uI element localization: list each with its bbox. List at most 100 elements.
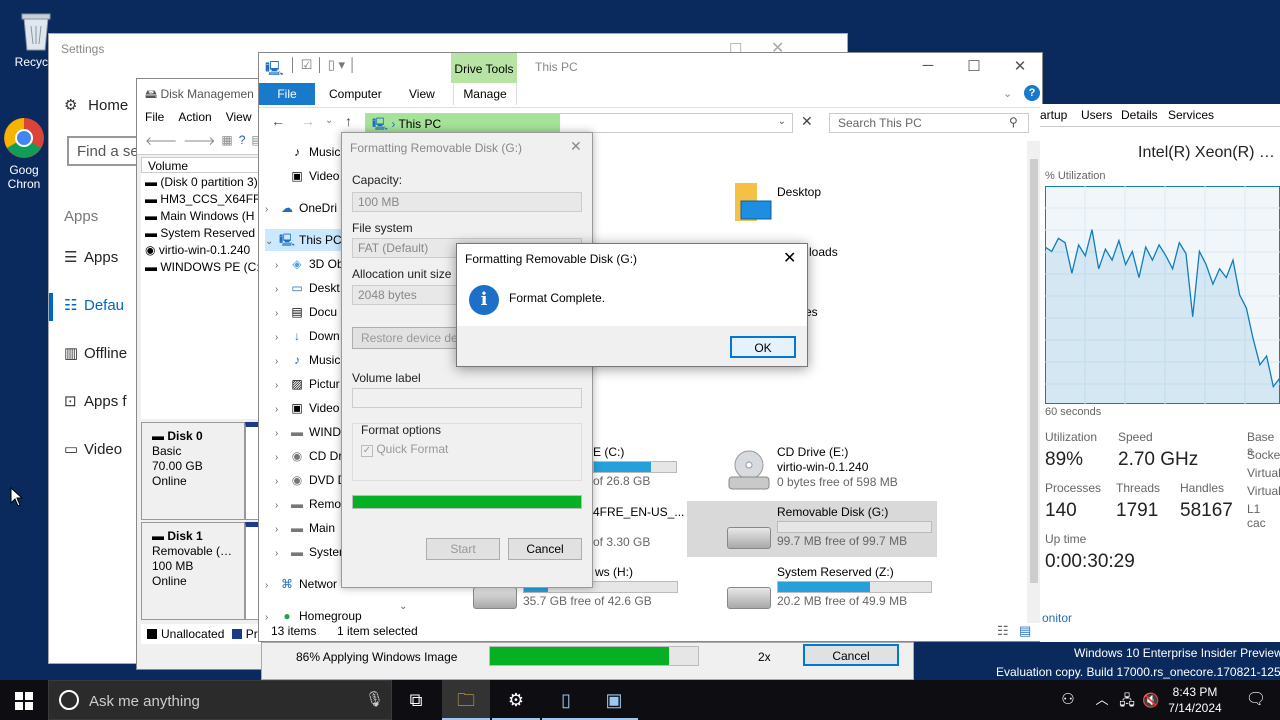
tab-file[interactable]: File bbox=[259, 83, 315, 105]
menu-file[interactable]: File bbox=[145, 110, 164, 124]
volume-muted-icon[interactable]: 🔇 bbox=[1140, 680, 1162, 720]
cortana-search-box[interactable]: Ask me anything 🎙 bbox=[48, 680, 392, 720]
tab-view[interactable]: View bbox=[397, 83, 447, 105]
volume-row[interactable]: ▬ HM3_CCS_X64FRE bbox=[145, 191, 262, 208]
help-icon[interactable]: ? bbox=[1024, 85, 1040, 101]
minimize-icon[interactable]: ─ bbox=[913, 57, 943, 74]
ribbon-expand-icon[interactable]: ⌄ bbox=[1003, 87, 1012, 100]
recent-chevron-icon[interactable]: ⌄ bbox=[325, 115, 333, 126]
settings-taskbar-icon[interactable]: ⚙ bbox=[492, 680, 540, 720]
back-arrow-icon[interactable]: ← bbox=[271, 113, 285, 129]
tree-item-network[interactable]: › ⌘ Networ bbox=[265, 573, 337, 595]
microphone-icon[interactable]: 🎙 bbox=[365, 690, 384, 708]
tiles-view-icon[interactable]: ▤ bbox=[1019, 623, 1031, 639]
settings-item-offline-maps[interactable]: ▥ Offline bbox=[64, 344, 127, 362]
list-view-icon[interactable]: ▦ bbox=[221, 133, 232, 150]
people-icon[interactable]: ⚇ bbox=[1056, 680, 1080, 720]
tab-startup[interactable]: artup bbox=[1040, 108, 1067, 122]
tree-item-music[interactable]: › ♪ Music bbox=[275, 349, 340, 371]
tree-item-3d-objects[interactable]: › ◈ 3D Ob bbox=[275, 253, 344, 275]
format-cancel-button[interactable]: Cancel bbox=[508, 538, 582, 560]
tree-item-cd-drive[interactable]: › ◉ CD Dr bbox=[275, 445, 342, 467]
forward-arrow-icon[interactable]: → bbox=[301, 113, 315, 129]
address-breadcrumb[interactable]: 🖳 › This PC bbox=[366, 114, 560, 132]
drive-g[interactable]: Removable Disk (G:) 99.7 MB free of 99.7… bbox=[777, 505, 932, 549]
start-button[interactable] bbox=[0, 680, 48, 720]
refresh-icon[interactable]: ✕ bbox=[801, 113, 813, 130]
tree-item-music-quick[interactable]: ♪ Music bbox=[275, 141, 340, 163]
tree-item-downloads[interactable]: › ↓ Down bbox=[275, 325, 340, 347]
drive-hm3[interactable]: 4FRE_EN-US_... of 3.30 GB bbox=[593, 505, 684, 550]
search-input[interactable]: Search This PC bbox=[829, 113, 1029, 133]
quick-format-checkbox[interactable]: ✓ Quick Format bbox=[361, 442, 448, 457]
tree-item-onedrive[interactable]: › ☁ OneDri bbox=[265, 197, 337, 219]
disk0-info[interactable]: ▬ Disk 0 Basic 70.00 GB Online bbox=[141, 422, 245, 520]
clock[interactable]: 8:43 PM 7/14/2024 bbox=[1166, 684, 1224, 716]
back-arrow-icon[interactable]: 🡐 bbox=[145, 133, 177, 150]
volume-row[interactable]: ◉ virtio-win-0.1.240 bbox=[145, 242, 262, 259]
disk1-info[interactable]: ▬ Disk 1 Removable (G:) 100 MB Online bbox=[141, 522, 245, 620]
show-hidden-icons-chevron[interactable]: ︿ bbox=[1092, 680, 1112, 720]
maximize-icon[interactable]: ☐ bbox=[959, 57, 989, 75]
tree-item-dvd-drive[interactable]: › ◉ DVD D bbox=[275, 469, 346, 491]
tab-manage[interactable]: Manage bbox=[453, 83, 517, 105]
desktop-folder-icon[interactable] bbox=[733, 181, 772, 221]
message-close-icon[interactable]: ✕ bbox=[783, 248, 796, 268]
disk-taskbar-icon[interactable]: ▯ bbox=[542, 680, 590, 720]
network-icon[interactable]: 🖧 bbox=[1116, 680, 1138, 720]
start-button[interactable]: Start bbox=[426, 538, 500, 560]
volume-label-input[interactable] bbox=[352, 388, 582, 408]
format-close-icon[interactable]: ✕ bbox=[570, 138, 582, 155]
details-view-icon[interactable]: ☷ bbox=[997, 623, 1009, 639]
tree-item-documents[interactable]: › ▤ Docu bbox=[275, 301, 337, 323]
volume-row[interactable]: ▬ System Reserved ( bbox=[145, 225, 262, 242]
file-explorer-taskbar-icon[interactable]: 🗀 bbox=[442, 680, 490, 720]
tree-item-main-windows[interactable]: › ▬ Main bbox=[275, 517, 335, 539]
scrollbar-thumb[interactable] bbox=[1030, 159, 1038, 583]
volume-row[interactable]: ▬ Main Windows (H bbox=[145, 208, 262, 225]
volume-row[interactable]: ▬ (Disk 0 partition 3) bbox=[145, 174, 262, 191]
settings-item-default-apps[interactable]: ☷ Defau bbox=[64, 296, 124, 314]
quick-access-toolbar[interactable]: │ ☑ │ ▯ ▾ │ bbox=[289, 57, 357, 73]
action-center-icon[interactable]: 🗨 bbox=[1232, 680, 1280, 720]
drive-e[interactable]: CD Drive (E:) virtio-win-0.1.240 0 bytes… bbox=[777, 445, 898, 490]
setup-cancel-button[interactable]: Cancel bbox=[803, 644, 899, 666]
close-icon[interactable]: ✕ bbox=[1005, 57, 1035, 75]
resource-monitor-link[interactable]: onitor bbox=[1042, 611, 1072, 625]
tab-users[interactable]: Users bbox=[1081, 108, 1112, 122]
drive-c[interactable]: E (C:) of 26.8 GB bbox=[593, 445, 677, 489]
tree-item-videos[interactable]: › ▣ Video bbox=[275, 397, 339, 419]
nav-scroll-down-icon[interactable]: ⌄ bbox=[399, 601, 407, 612]
settings-item-video-playback[interactable]: ▭ Video bbox=[64, 440, 122, 458]
folder-downloads[interactable]: loads bbox=[809, 245, 838, 259]
drive-z[interactable]: System Reserved (Z:) 20.2 MB free of 49.… bbox=[777, 565, 932, 609]
volume-column-header[interactable]: Volume bbox=[141, 157, 266, 173]
menu-view[interactable]: View bbox=[226, 110, 252, 124]
capacity-select[interactable]: 100 MB bbox=[352, 192, 582, 212]
volume-row[interactable]: ▬ WINDOWS PE (C:) bbox=[145, 259, 262, 276]
task-manager-taskbar-icon[interactable]: ▣ bbox=[590, 680, 638, 720]
tree-item-windows-drive[interactable]: › ▬ WIND bbox=[275, 421, 341, 443]
tree-item-pictures[interactable]: › ▨ Pictur bbox=[275, 373, 340, 395]
settings-item-apps[interactable]: ☰ Apps bbox=[64, 248, 118, 266]
forward-arrow-icon[interactable]: 🡒 bbox=[183, 133, 215, 150]
task-view-icon[interactable]: ⧉ bbox=[392, 680, 440, 720]
help-icon[interactable]: ? bbox=[239, 133, 246, 150]
address-dropdown-icon[interactable]: ⌄ bbox=[778, 116, 786, 127]
tree-item-homegroup[interactable]: › ● Homegroup bbox=[265, 605, 362, 623]
tab-computer[interactable]: Computer bbox=[317, 83, 394, 105]
tree-item-removable[interactable]: › ▬ Remo bbox=[275, 493, 341, 515]
menu-action[interactable]: Action bbox=[178, 110, 211, 124]
tree-item-desktop[interactable]: › ▭ Deskt bbox=[275, 277, 340, 299]
up-arrow-icon[interactable]: ↑ bbox=[345, 113, 352, 129]
settings-item-apps-websites[interactable]: ⊡ Apps f bbox=[64, 392, 127, 410]
chrome-shortcut[interactable]: Goog Chron bbox=[0, 116, 48, 191]
folder-desktop[interactable]: Desktop bbox=[777, 185, 821, 199]
tree-item-system-reserved[interactable]: › ▬ Syster bbox=[275, 541, 343, 563]
restore-defaults-button[interactable]: Restore device defa bbox=[352, 327, 462, 349]
tree-item-videos-quick[interactable]: ▣ Video bbox=[275, 165, 339, 187]
tab-services[interactable]: Services bbox=[1168, 108, 1214, 122]
ok-button[interactable]: OK bbox=[730, 336, 796, 358]
tab-details[interactable]: Details bbox=[1121, 108, 1158, 122]
settings-home[interactable]: ⚙ Home bbox=[64, 96, 128, 114]
